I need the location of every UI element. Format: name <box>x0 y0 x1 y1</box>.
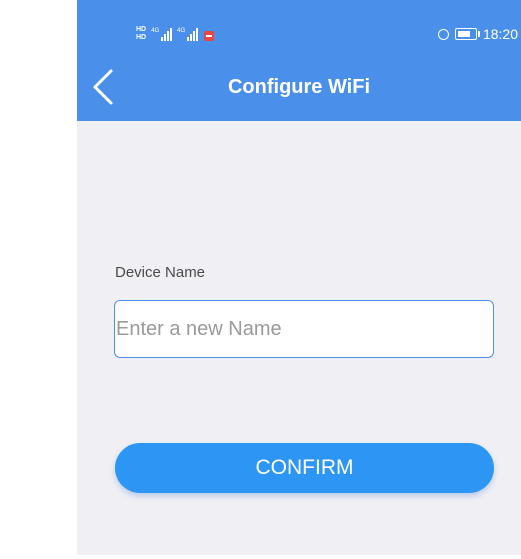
hd-badge-2: HD <box>136 34 147 41</box>
alarm-icon <box>437 28 449 40</box>
page-title: Configure WiFi <box>227 76 371 98</box>
signal-icon: 4G <box>151 28 173 41</box>
app-screen: HD HD 4G 4G 18:20 Configure WiFi Device … <box>77 0 521 555</box>
battery-level <box>457 31 470 37</box>
status-left-icons: HD HD 4G 4G <box>136 25 215 41</box>
signal-icon-2: 4G <box>177 28 199 41</box>
network-type-label: 4G <box>151 28 160 34</box>
status-bar: HD HD 4G 4G 18:20 <box>77 0 521 64</box>
status-time: 18:20 <box>482 26 518 42</box>
confirm-button[interactable]: CONFIRM <box>115 443 494 493</box>
battery-icon <box>454 28 480 40</box>
device-name-input[interactable] <box>114 300 494 358</box>
alert-icon <box>204 31 215 41</box>
hd-badge-1: HD <box>136 26 147 33</box>
app-header: HD HD 4G 4G 18:20 Configure WiFi <box>77 0 521 121</box>
device-name-label: Device Name <box>115 264 206 281</box>
network-type-label-2: 4G <box>177 28 186 34</box>
hd-icon: HD HD <box>136 26 146 41</box>
status-right-icons: 18:20 <box>437 26 518 42</box>
